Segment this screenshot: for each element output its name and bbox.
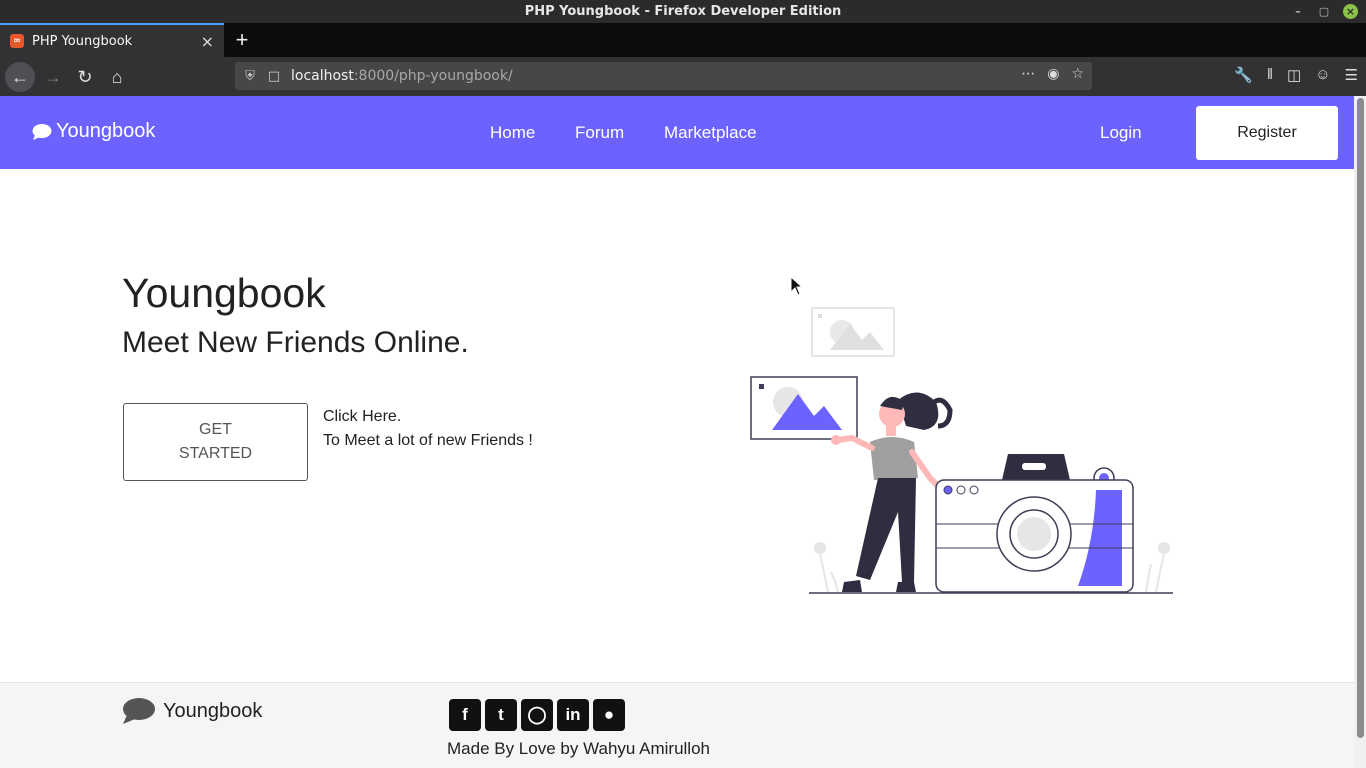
window-title: PHP Youngbook - Firefox Developer Editio… — [524, 4, 842, 19]
hero-illustration — [750, 307, 1173, 594]
scrollbar-thumb[interactable] — [1357, 98, 1364, 738]
minimize-icon[interactable]: – — [1291, 5, 1305, 19]
back-icon[interactable]: ← — [5, 62, 35, 92]
toolbar-right: 🔧 ‖ ◫ ☺ ☰ — [1234, 66, 1358, 84]
tab-bar: ∞ PHP Youngbook × + — [0, 23, 1366, 57]
url-text[interactable]: localhost:8000/php-youngbook/ — [291, 68, 513, 84]
nav-home[interactable]: Home — [490, 123, 535, 143]
cta-note: Click Here. To Meet a lot of new Friends… — [323, 405, 533, 453]
cta-note-line1: Click Here. — [323, 408, 402, 425]
mouse-pointer-icon — [790, 276, 804, 296]
chat-bubble-icon — [32, 123, 52, 140]
facebook-icon[interactable]: f — [449, 699, 481, 731]
home-icon[interactable]: ⌂ — [102, 62, 132, 92]
close-window-icon[interactable]: × — [1343, 4, 1358, 19]
footer-brand-name: Youngbook — [163, 699, 263, 722]
site-footer: Youngbook f t ◯ in ● Made By Love by Wah… — [0, 682, 1354, 768]
site-navbar: Youngbook Home Forum Marketplace Login R… — [0, 96, 1354, 169]
tab-php-youngbook[interactable]: ∞ PHP Youngbook × — [0, 23, 224, 57]
page-scrollbar[interactable] — [1354, 96, 1366, 768]
brand-name: Youngbook — [56, 120, 156, 142]
shield-icon[interactable]: ⛨ — [241, 69, 259, 84]
chat-bubble-icon — [123, 698, 155, 724]
cta-note-line2: To Meet a lot of new Friends ! — [323, 432, 533, 449]
nav-forum[interactable]: Forum — [575, 123, 624, 143]
get-started-button[interactable]: GET STARTED — [123, 403, 308, 481]
maximize-icon[interactable]: ▢ — [1317, 5, 1331, 19]
register-button[interactable]: Register — [1196, 106, 1338, 160]
menu-icon[interactable]: ☰ — [1345, 66, 1358, 84]
hero-title: Youngbook — [122, 270, 326, 316]
page-content: Youngbook Home Forum Marketplace Login R… — [0, 96, 1354, 768]
footer-brand[interactable]: Youngbook — [122, 697, 262, 725]
linkedin-icon[interactable]: in — [557, 699, 589, 731]
url-actions: ⋯ ◉ ☆ — [1021, 66, 1084, 82]
url-host: localhost — [291, 68, 354, 84]
page-info-icon[interactable]: □ — [265, 69, 283, 84]
window-controls: – ▢ × — [1291, 4, 1358, 19]
browser-toolbar: ← → ↻ ⌂ ⛨ □ localhost:8000/php-youngbook… — [0, 57, 1366, 96]
bookmark-star-icon[interactable]: ☆ — [1071, 66, 1084, 82]
pocket-icon[interactable]: ◉ — [1047, 66, 1059, 82]
footer-credit: Made By Love by Wahyu Amirulloh — [447, 739, 710, 758]
social-links: f t ◯ in ● — [449, 699, 625, 731]
close-tab-icon[interactable]: × — [201, 32, 214, 51]
url-bar[interactable]: ⛨ □ localhost:8000/php-youngbook/ ⋯ ◉ ☆ — [235, 62, 1092, 90]
site-brand[interactable]: Youngbook — [32, 120, 155, 143]
account-icon[interactable]: ☺ — [1315, 66, 1330, 84]
github-icon[interactable]: ● — [593, 699, 625, 731]
url-path: :8000/php-youngbook/ — [353, 68, 513, 84]
reload-icon[interactable]: ↻ — [70, 62, 100, 92]
developer-tools-icon[interactable]: 🔧 — [1234, 66, 1253, 84]
tab-title: PHP Youngbook — [32, 33, 133, 49]
more-actions-icon[interactable]: ⋯ — [1021, 66, 1035, 82]
library-icon[interactable]: ‖ — [1267, 66, 1273, 84]
new-tab-icon[interactable]: + — [230, 27, 254, 53]
forward-icon[interactable]: → — [38, 62, 68, 92]
window-titlebar: PHP Youngbook - Firefox Developer Editio… — [0, 0, 1366, 23]
twitter-icon[interactable]: t — [485, 699, 517, 731]
login-link[interactable]: Login — [1100, 123, 1142, 143]
sidebar-icon[interactable]: ◫ — [1287, 66, 1301, 84]
nav-marketplace[interactable]: Marketplace — [664, 123, 757, 143]
xampp-favicon-icon: ∞ — [10, 34, 24, 48]
instagram-icon[interactable]: ◯ — [521, 699, 553, 731]
hero-subtitle: Meet New Friends Online. — [122, 326, 469, 359]
